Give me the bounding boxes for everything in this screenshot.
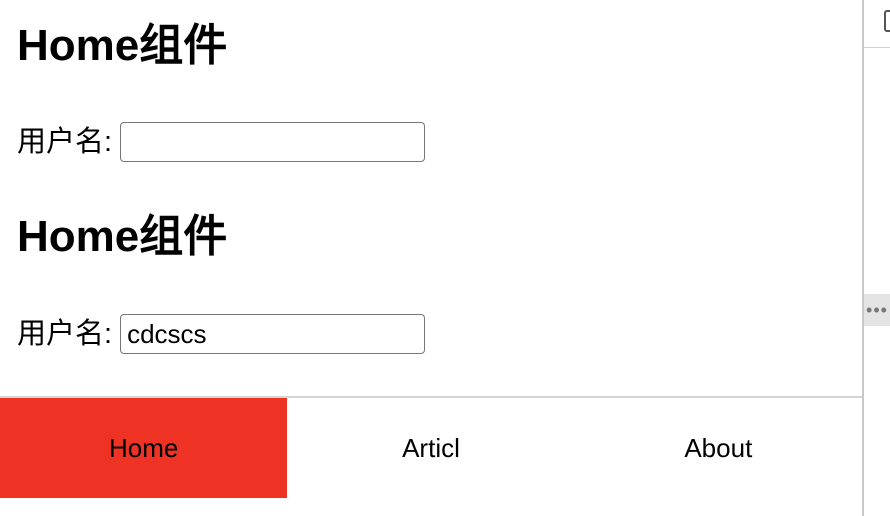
username-row: 用户名: (17, 314, 426, 354)
username-input[interactable] (120, 122, 426, 162)
tab-articl[interactable]: Articl (287, 398, 574, 498)
home-component-title: Home组件 (17, 212, 228, 261)
tab-about[interactable]: About (575, 398, 862, 498)
app-content: Home组件 用户名: Home组件 用户名: Home Articl Abou… (0, 0, 862, 516)
home-component-title: Home组件 (17, 21, 228, 70)
page: Home组件 用户名: Home组件 用户名: Home Articl Abou… (0, 0, 890, 516)
username-input[interactable] (120, 314, 426, 354)
more-dots-icon: ••• (866, 299, 888, 320)
resize-handle-icon[interactable]: ••• (864, 294, 890, 326)
tab-home-label: Home (108, 432, 179, 463)
username-label: 用户名: (17, 318, 113, 350)
devtools-toolbar (864, 0, 890, 48)
devtools-panel-edge: ••• (862, 0, 890, 516)
bottom-tab-bar: Home Articl About (0, 396, 862, 499)
dock-panel-icon[interactable] (884, 10, 890, 32)
tab-articl-label: Articl (402, 432, 460, 463)
tab-about-label: About (684, 432, 753, 463)
username-label: 用户名: (17, 126, 113, 158)
username-row: 用户名: (17, 122, 426, 162)
tab-home[interactable]: Home (0, 398, 288, 498)
